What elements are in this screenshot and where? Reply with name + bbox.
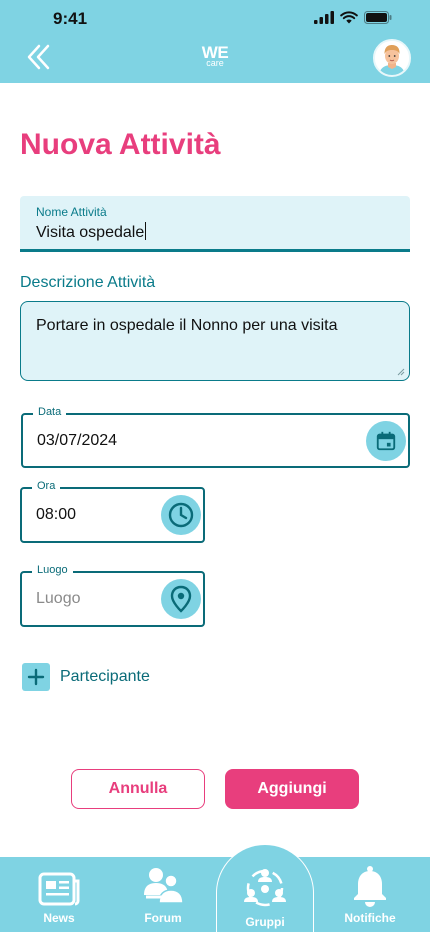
- bottom-navigation: News Forum Notifiche: [0, 857, 430, 932]
- text-caret: [145, 222, 147, 240]
- activity-name-field[interactable]: Nome Attività Visita ospedale: [20, 196, 410, 252]
- status-icons: [314, 11, 392, 24]
- place-placeholder: Luogo: [36, 590, 81, 607]
- resize-grip-icon[interactable]: [397, 368, 405, 376]
- avatar[interactable]: [373, 39, 411, 77]
- groups-icon: [244, 869, 286, 907]
- activity-name-value: Visita ospedale: [36, 224, 145, 241]
- user-avatar-icon: [375, 41, 409, 75]
- nav-label-news: News: [43, 911, 75, 925]
- time-value: 08:00: [36, 506, 77, 523]
- back-button[interactable]: [24, 42, 54, 72]
- location-pin-icon: [170, 585, 192, 613]
- time-field[interactable]: Ora 08:00: [20, 480, 205, 543]
- nav-label-forum: Forum: [144, 911, 182, 925]
- add-button[interactable]: Aggiungi: [225, 769, 359, 809]
- nav-label-notifiche: Notifiche: [344, 911, 396, 925]
- clock-button[interactable]: [161, 495, 201, 535]
- wifi-icon: [340, 11, 358, 24]
- news-icon: [38, 872, 80, 906]
- bell-icon: [354, 866, 386, 907]
- description-textarea[interactable]: Portare in ospedale il Nonno per una vis…: [20, 301, 410, 381]
- calendar-button[interactable]: [366, 421, 406, 461]
- date-value: 03/07/2024: [37, 432, 118, 449]
- cancel-button[interactable]: Annulla: [71, 769, 205, 809]
- status-time: 9:41: [53, 9, 88, 28]
- double-chevron-left-icon: [27, 44, 50, 70]
- activity-name-label: Nome Attività: [36, 205, 107, 219]
- signal-icon: [314, 11, 334, 24]
- date-label: Data: [33, 406, 67, 418]
- location-button[interactable]: [161, 579, 201, 619]
- battery-icon: [364, 11, 392, 24]
- nav-item-gruppi[interactable]: Gruppi: [216, 844, 314, 932]
- nav-item-forum[interactable]: Forum: [113, 857, 213, 932]
- time-label: Ora: [32, 480, 61, 492]
- calendar-icon: [376, 431, 396, 451]
- top-app-bar: WE care: [0, 38, 430, 83]
- forum-icon: [144, 868, 184, 904]
- app-logo: WE care: [197, 44, 233, 68]
- nav-item-news[interactable]: News: [9, 857, 109, 932]
- plus-icon: [22, 663, 50, 691]
- nav-item-gruppi-content: Gruppi: [217, 845, 313, 932]
- add-participant-label: Partecipante: [60, 668, 150, 685]
- nav-item-notifiche[interactable]: Notifiche: [320, 857, 420, 932]
- clock-icon: [168, 502, 194, 528]
- place-field[interactable]: Luogo Luogo: [20, 564, 205, 627]
- description-label: Descrizione Attività: [20, 274, 156, 291]
- nav-label-gruppi: Gruppi: [245, 915, 285, 929]
- description-value: Portare in ospedale il Nonno per una vis…: [36, 317, 338, 334]
- add-participant-button[interactable]: Partecipante: [22, 663, 150, 691]
- date-field[interactable]: Data 03/07/2024: [21, 406, 410, 468]
- activity-name-input[interactable]: Visita ospedale: [36, 222, 147, 242]
- page-title: Nuova Attività: [20, 128, 221, 161]
- plus-glyph: [27, 668, 45, 686]
- place-label: Luogo: [32, 564, 73, 576]
- status-bar: 9:41: [0, 0, 430, 38]
